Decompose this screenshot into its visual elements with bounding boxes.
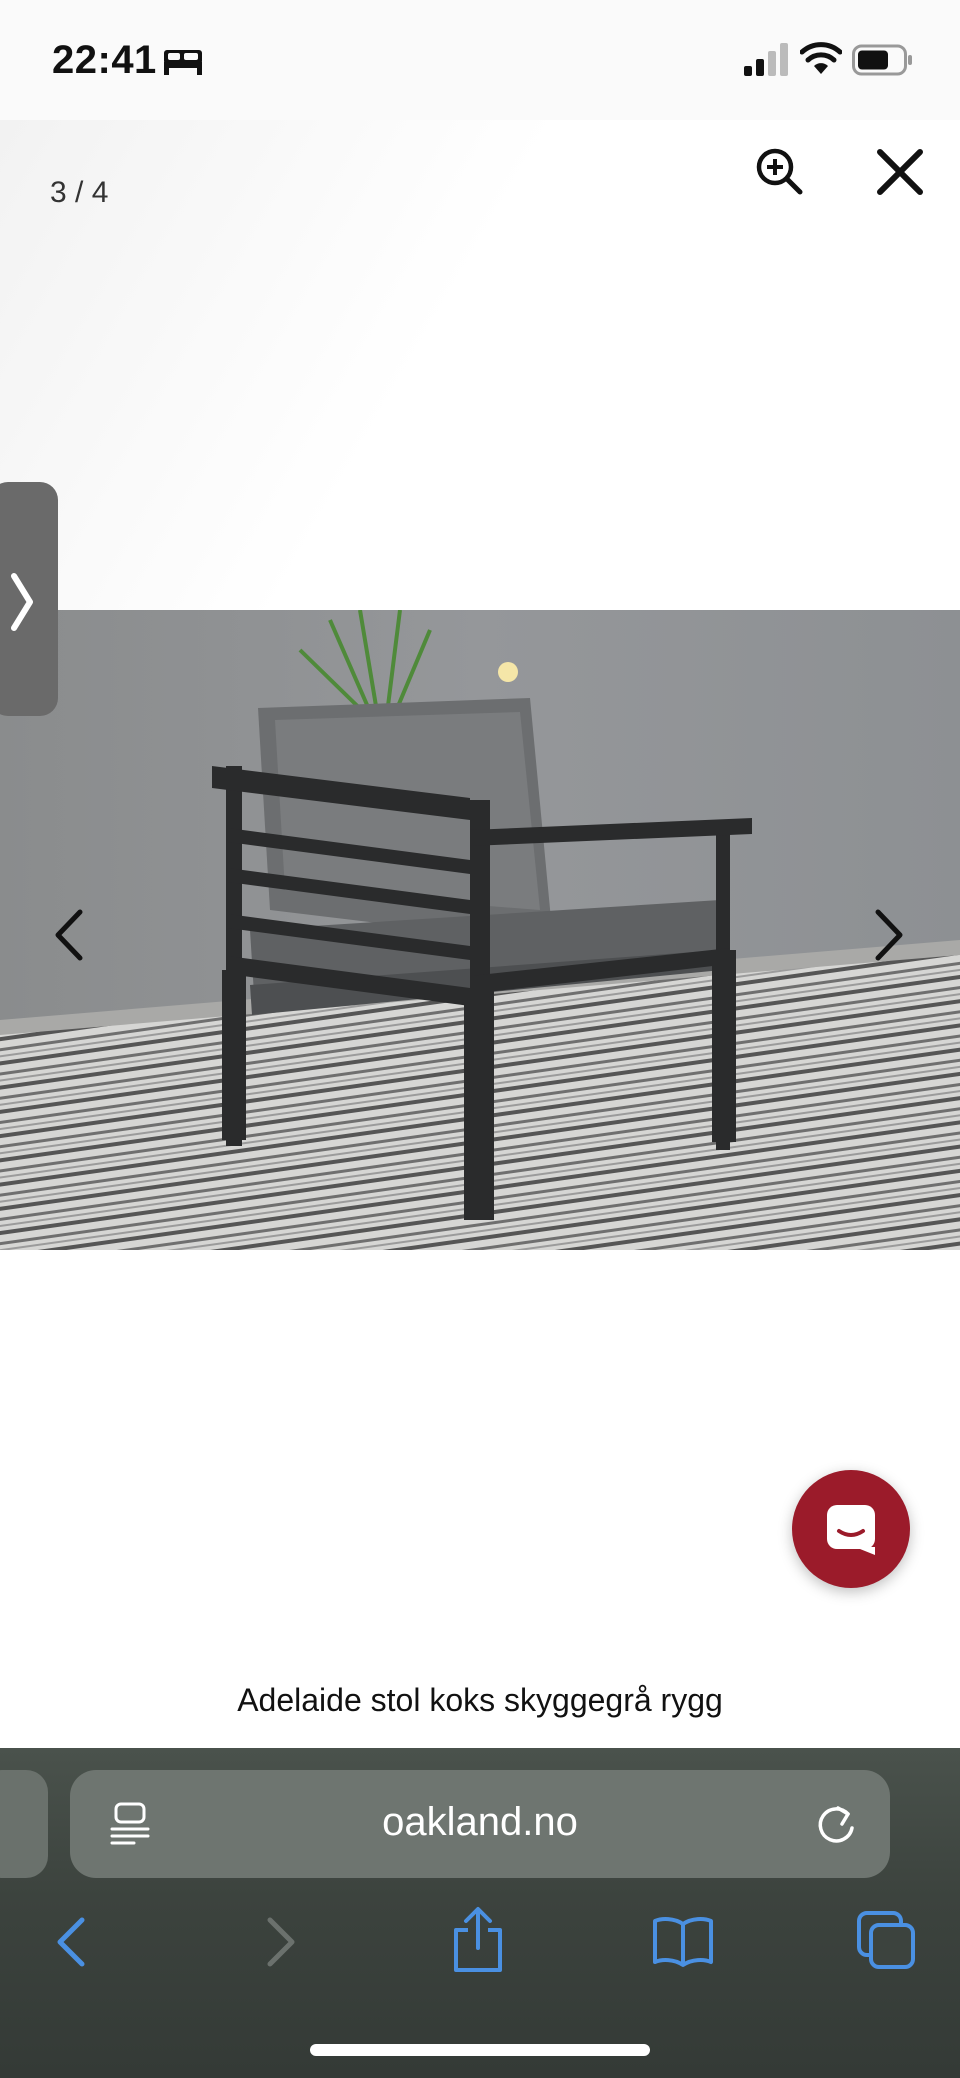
- image-counter: 3 / 4: [50, 176, 109, 209]
- product-image[interactable]: [0, 610, 960, 1250]
- battery-icon: [852, 44, 912, 76]
- forward-icon[interactable]: [260, 1914, 300, 1970]
- bed-icon: [164, 50, 202, 75]
- image-caption: Adelaide stol koks skyggegrå rygg: [237, 1682, 723, 1718]
- previous-tab-preview[interactable]: [0, 1770, 48, 1878]
- side-panel-handle[interactable]: [0, 482, 58, 716]
- url-text[interactable]: oakland.no: [70, 1800, 890, 1845]
- signal-icon: [744, 43, 788, 76]
- back-icon[interactable]: [52, 1914, 92, 1970]
- chevron-left-icon[interactable]: [50, 908, 90, 962]
- viewer-background: [0, 120, 960, 610]
- chat-bubble-icon: [827, 1505, 875, 1555]
- status-time: 22:41: [52, 38, 157, 82]
- chat-button[interactable]: [792, 1470, 910, 1588]
- wifi-icon: [800, 42, 842, 74]
- reload-icon[interactable]: [814, 1800, 858, 1846]
- chevron-right-icon[interactable]: [868, 908, 908, 962]
- bookmarks-icon[interactable]: [652, 1914, 714, 1968]
- zoom-in-icon[interactable]: [754, 146, 804, 196]
- share-icon[interactable]: [452, 1906, 504, 1974]
- close-icon[interactable]: [874, 146, 926, 198]
- chevron-right-icon: [11, 573, 33, 631]
- tabs-icon[interactable]: [856, 1910, 916, 1972]
- status-bar: 22:41: [0, 0, 960, 120]
- home-indicator[interactable]: [310, 2044, 650, 2056]
